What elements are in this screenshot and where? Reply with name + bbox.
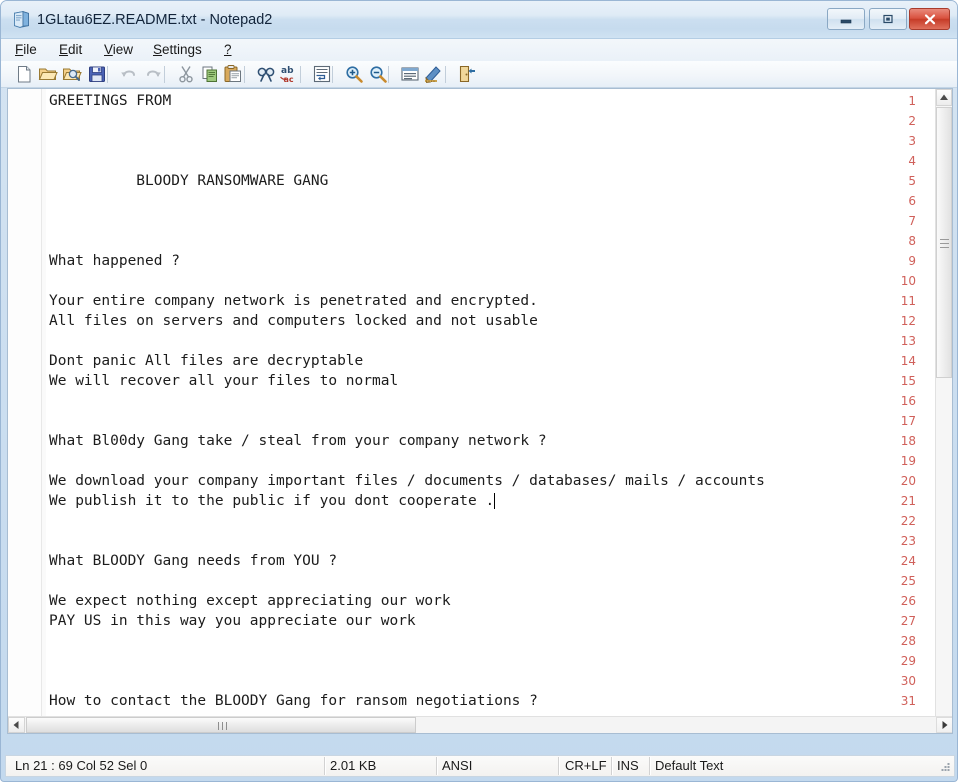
text-line[interactable]: Dont panic All files are decryptable (49, 351, 363, 371)
text-line[interactable]: What Bl00dy Gang take / steal from your … (49, 431, 547, 451)
line-endings[interactable]: CR+LF (565, 756, 613, 776)
toolbar-separator (388, 66, 389, 83)
cut-icon[interactable] (175, 63, 197, 85)
horizontal-scrollbar[interactable] (8, 716, 952, 733)
notepad2-document-icon (12, 10, 31, 29)
file-size: 2.01 KB (330, 758, 377, 773)
text-line[interactable]: What BLOODY Gang needs from YOU ? (49, 551, 337, 571)
text-caret (493, 493, 495, 509)
zoom-in-icon[interactable] (343, 63, 365, 85)
toolbar-separator (332, 66, 333, 83)
word-wrap-icon[interactable] (311, 63, 333, 85)
minimize-icon (828, 9, 864, 29)
window-title: 1GLtau6EZ.README.txt - Notepad2 (37, 12, 273, 28)
exit-icon[interactable] (456, 63, 478, 85)
notepad2-window: 1GLtau6EZ.README.txt - Notepad2 File Edi… (0, 0, 958, 782)
text-line[interactable]: All files on servers and computers locke… (49, 311, 538, 331)
text-content[interactable]: GREETINGS FROM BLOODY RANSOMWARE GANG Wha… (49, 89, 924, 721)
menu-bar: File Edit View Settings ? (1, 39, 957, 61)
text-line[interactable]: We publish it to the public if you dont … (49, 491, 494, 511)
toolbar-separator (445, 66, 446, 83)
encoding[interactable]: ANSI (442, 756, 552, 776)
gutter-shade (42, 89, 46, 721)
text-line[interactable]: We expect nothing except appreciating ou… (49, 591, 451, 611)
caret-position[interactable]: Ln 21 : 69 Col 52 Sel 0 (15, 756, 315, 776)
vertical-scroll-thumb[interactable] (936, 107, 952, 378)
open-file-icon[interactable] (37, 63, 59, 85)
chevron-up-icon (940, 94, 948, 100)
maximize-button[interactable] (869, 8, 907, 30)
text-line[interactable]: We will recover all your files to normal (49, 371, 398, 391)
save-file-icon[interactable] (86, 63, 108, 85)
menu-settings[interactable]: Settings (148, 41, 207, 59)
toolbar-separator (244, 66, 245, 83)
status-bar: Ln 21 : 69 Col 52 Sel 0 2.01 KB ANSI CR+… (5, 755, 955, 777)
redo-icon[interactable] (142, 63, 164, 85)
replace-icon[interactable]: ab ac (278, 63, 300, 85)
restore-icon (870, 9, 906, 29)
menu-view[interactable]: View (99, 41, 138, 59)
toolbar: ab ac (1, 61, 957, 88)
text-line[interactable]: BLOODY RANSOMWARE GANG (49, 171, 328, 191)
status-divider (649, 757, 651, 775)
scroll-up-button[interactable] (936, 89, 952, 106)
text-line[interactable]: PAY US in this way you appreciate our wo… (49, 611, 416, 631)
vertical-scrollbar[interactable] (935, 89, 952, 721)
status-divider (558, 757, 560, 775)
copy-icon[interactable] (199, 63, 221, 85)
new-file-icon[interactable] (13, 63, 35, 85)
menu-edit[interactable]: Edit (54, 41, 87, 59)
find-icon[interactable] (255, 63, 277, 85)
chevron-left-icon (13, 721, 19, 729)
toolbar-separator (300, 66, 301, 83)
menu-file[interactable]: File (10, 41, 42, 59)
scheme-config-icon[interactable] (423, 63, 445, 85)
menu-help[interactable]: ? (219, 41, 237, 59)
chevron-right-icon (942, 721, 948, 729)
text-line[interactable]: What happened ? (49, 251, 180, 271)
document-scheme[interactable]: Default Text (655, 756, 855, 776)
zoom-out-icon[interactable] (367, 63, 389, 85)
scheme-icon[interactable] (399, 63, 421, 85)
status-divider (436, 757, 438, 775)
text-line[interactable]: We download your company important files… (49, 471, 765, 491)
status-divider (611, 757, 613, 775)
minimize-button[interactable] (827, 8, 865, 30)
toolbar-separator (107, 66, 108, 83)
insert-mode[interactable]: INS (617, 756, 651, 776)
close-button[interactable] (909, 8, 950, 30)
scroll-left-button[interactable] (8, 717, 25, 733)
toolbar-separator (164, 66, 165, 83)
line-number-gutter (8, 89, 42, 721)
resize-grip[interactable] (938, 761, 951, 774)
horizontal-scroll-thumb[interactable] (26, 717, 416, 733)
text-line[interactable]: How to contact the BLOODY Gang for ranso… (49, 691, 538, 711)
title-bar[interactable]: 1GLtau6EZ.README.txt - Notepad2 (1, 1, 957, 39)
status-divider (324, 757, 326, 775)
browse-file-icon[interactable] (61, 63, 83, 85)
text-editor[interactable]: 1 2 3 4 5 6 7 8 9 10 11 12 13 14 15 16 17 18 19 20 21 22 23 24 2… (7, 88, 953, 734)
undo-icon[interactable] (118, 63, 140, 85)
scroll-right-button[interactable] (936, 717, 952, 733)
close-icon (910, 9, 949, 29)
paste-icon[interactable] (222, 63, 244, 85)
text-line[interactable]: Your entire company network is penetrate… (49, 291, 538, 311)
text-line[interactable]: GREETINGS FROM (49, 91, 171, 111)
